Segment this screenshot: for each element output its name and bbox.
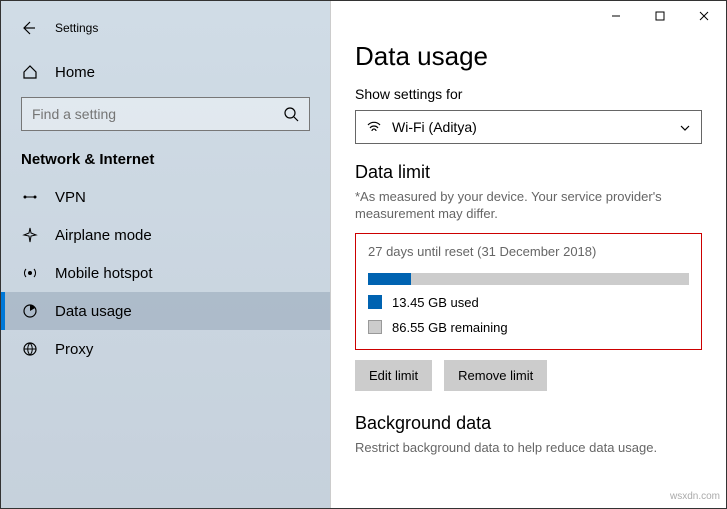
legend-remaining: 86.55 GB remaining: [368, 320, 689, 335]
maximize-button[interactable]: [638, 1, 682, 31]
sidebar-item-proxy[interactable]: Proxy: [1, 330, 330, 368]
show-settings-label: Show settings for: [355, 86, 702, 102]
vpn-icon: [21, 188, 39, 206]
close-button[interactable]: [682, 1, 726, 31]
sidebar-item-airplane[interactable]: Airplane mode: [1, 216, 330, 254]
section-header: Network & Internet: [1, 141, 330, 178]
chevron-down-icon: [679, 121, 691, 133]
legend-used: 13.45 GB used: [368, 295, 689, 310]
home-nav[interactable]: Home: [1, 53, 330, 91]
main-content: Data usage Show settings for Wi-Fi (Adit…: [331, 1, 726, 508]
disclaimer: *As measured by your device. Your servic…: [355, 189, 702, 223]
legend-swatch-remaining: [368, 320, 382, 334]
limit-box: 27 days until reset (31 December 2018) 1…: [355, 233, 702, 350]
search-input[interactable]: [21, 97, 310, 131]
home-label: Home: [55, 64, 95, 81]
progress-fill: [368, 273, 411, 285]
reset-line: 27 days until reset (31 December 2018): [368, 244, 689, 259]
hotspot-icon: [21, 264, 39, 282]
watermark: wsxdn.com: [670, 491, 720, 502]
minimize-button[interactable]: [594, 1, 638, 31]
datalimit-heading: Data limit: [355, 162, 702, 183]
window-controls: [594, 1, 726, 31]
sidebar: Settings Home Network & Internet VPN: [1, 1, 331, 508]
sidebar-item-label: Data usage: [55, 303, 132, 320]
search-field[interactable]: [32, 106, 283, 122]
sidebar-item-label: Mobile hotspot: [55, 265, 153, 282]
sidebar-item-label: Proxy: [55, 341, 93, 358]
settings-window: Settings Home Network & Internet VPN: [0, 0, 727, 509]
wifi-icon: [366, 119, 382, 135]
button-row: Edit limit Remove limit: [355, 360, 702, 391]
network-select[interactable]: Wi-Fi (Aditya): [355, 110, 702, 144]
background-desc: Restrict background data to help reduce …: [355, 440, 702, 455]
progress-bar: [368, 273, 689, 285]
page-title: Data usage: [355, 41, 702, 72]
proxy-icon: [21, 340, 39, 358]
sidebar-item-label: VPN: [55, 189, 86, 206]
sidebar-item-hotspot[interactable]: Mobile hotspot: [1, 254, 330, 292]
app-title: Settings: [55, 21, 98, 35]
network-selected: Wi-Fi (Aditya): [392, 119, 679, 135]
used-text: 13.45 GB used: [392, 295, 479, 310]
home-icon: [21, 63, 39, 81]
search-icon: [283, 106, 299, 122]
titlebar: Settings: [1, 13, 330, 43]
edit-limit-button[interactable]: Edit limit: [355, 360, 432, 391]
background-heading: Background data: [355, 413, 702, 434]
remove-limit-button[interactable]: Remove limit: [444, 360, 547, 391]
airplane-icon: [21, 226, 39, 244]
legend-swatch-used: [368, 295, 382, 309]
datausage-icon: [21, 302, 39, 320]
sidebar-item-datausage[interactable]: Data usage: [1, 292, 330, 330]
sidebar-item-label: Airplane mode: [55, 227, 152, 244]
sidebar-item-vpn[interactable]: VPN: [1, 178, 330, 216]
back-icon[interactable]: [19, 19, 37, 37]
remaining-text: 86.55 GB remaining: [392, 320, 508, 335]
